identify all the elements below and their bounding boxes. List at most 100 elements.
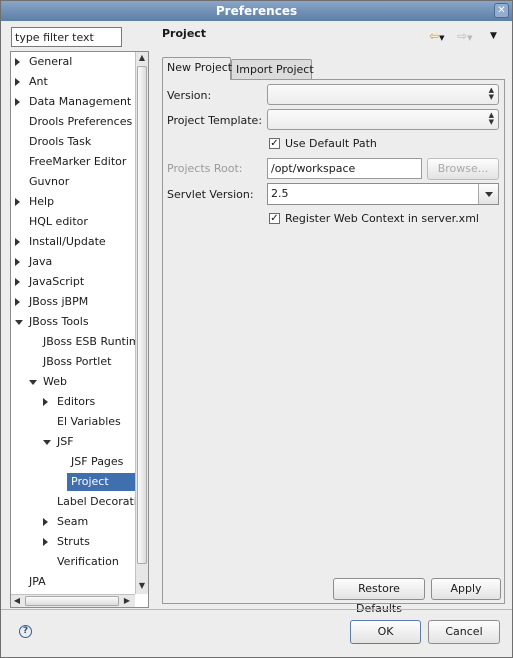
tree-item[interactable]: Verification xyxy=(57,553,119,571)
forward-arrow-icon[interactable]: ⇨▼ xyxy=(457,29,472,45)
expand-right-icon[interactable] xyxy=(43,398,48,406)
tree-item[interactable]: Editors xyxy=(43,393,95,411)
tree-item-label: Install/Update xyxy=(29,235,106,248)
help-icon[interactable]: ? xyxy=(19,625,32,638)
tree-item[interactable]: JPA xyxy=(29,573,46,591)
close-window-button[interactable]: ✕ xyxy=(494,3,509,18)
expand-right-icon[interactable] xyxy=(15,78,20,86)
tree-item[interactable]: Guvnor xyxy=(29,173,69,191)
tree-item[interactable]: JBoss jBPM xyxy=(15,293,89,311)
ok-button[interactable]: OK xyxy=(350,620,421,644)
panel-sash[interactable] xyxy=(151,25,156,611)
view-menu-icon[interactable]: ▼ xyxy=(490,29,497,43)
tree-item[interactable]: Data Management xyxy=(15,93,132,111)
preferences-window: Preferences ✕ General Ant Data Management D… xyxy=(0,0,513,658)
tree-item[interactable]: JSF xyxy=(43,433,74,451)
tree-item[interactable]: Drools Preferences xyxy=(29,113,132,131)
scroll-down-icon[interactable]: ▼ xyxy=(136,580,148,592)
back-arrow-icon[interactable]: ⇦▼ xyxy=(429,29,444,45)
projects-root-input[interactable]: /opt/workspace xyxy=(267,158,422,179)
projects-root-label: Projects Root: xyxy=(167,162,243,175)
tree-item-label: Project xyxy=(71,475,109,488)
tree-item[interactable]: JBoss Tools xyxy=(15,313,89,331)
expand-right-icon[interactable] xyxy=(15,258,20,266)
tree-item[interactable]: Seam xyxy=(43,513,89,531)
version-combo[interactable]: ▲ ▼ xyxy=(267,84,499,105)
tree-item-label: JBoss jBPM xyxy=(29,295,89,308)
tree-item-label: FreeMarker Editor xyxy=(29,155,127,168)
tree-item-label: Ant xyxy=(29,75,48,88)
restore-defaults-button[interactable]: Restore Defaults xyxy=(333,578,425,615)
scroll-left-icon[interactable]: ◀ xyxy=(11,595,23,607)
expand-right-icon[interactable] xyxy=(15,278,20,286)
tree-item[interactable]: Project xyxy=(67,473,135,491)
tree-item-label: Web xyxy=(43,375,67,388)
tree-item[interactable]: JavaScript xyxy=(15,273,85,291)
window-title: Preferences xyxy=(215,4,298,18)
expand-right-icon[interactable] xyxy=(15,98,20,106)
expand-down-icon[interactable] xyxy=(29,380,37,385)
tree-item-label: JavaScript xyxy=(29,275,85,288)
register-web-context-label: Register Web Context in server.xml xyxy=(285,212,479,225)
expand-right-icon[interactable] xyxy=(15,58,20,66)
tree-item[interactable]: General xyxy=(15,53,73,71)
servlet-version-value: 2.5 xyxy=(271,187,289,200)
horizontal-scroll-thumb[interactable] xyxy=(25,596,119,606)
cancel-button[interactable]: Cancel xyxy=(428,620,500,644)
vertical-scroll-thumb[interactable] xyxy=(137,66,147,564)
expand-right-icon[interactable] xyxy=(15,298,20,306)
preference-tree: General Ant Data Management Drools Preferen… xyxy=(10,51,149,608)
tree-item[interactable]: Ant xyxy=(15,73,48,91)
use-default-path-checkbox[interactable]: ✓ xyxy=(269,138,280,149)
register-web-context-checkbox[interactable]: ✓ xyxy=(269,213,280,224)
tree-item-label: JBoss ESB Runtim xyxy=(43,335,140,348)
tree-item[interactable]: Java xyxy=(15,253,53,271)
tab-import-project[interactable]: Import Project xyxy=(231,59,314,79)
expand-right-icon[interactable] xyxy=(15,238,20,246)
expand-right-icon[interactable] xyxy=(15,198,20,206)
tree-item-label: Struts xyxy=(57,535,90,548)
tree-item-label: Seam xyxy=(57,515,89,528)
tree-item[interactable]: Install/Update xyxy=(15,233,106,251)
project-template-combo[interactable]: ▲ ▼ xyxy=(267,109,499,130)
tree-item[interactable]: Drools Task xyxy=(29,133,91,151)
footer-separator xyxy=(1,609,512,610)
tree-item[interactable]: El Variables xyxy=(57,413,121,431)
browse-button[interactable]: Browse... xyxy=(427,158,499,180)
tree-item-label: General xyxy=(29,55,73,68)
tree-item[interactable]: JSF Pages xyxy=(71,453,123,471)
tree-item[interactable]: Label Decoratio xyxy=(57,493,144,511)
tree-item[interactable]: FreeMarker Editor xyxy=(29,153,126,171)
servlet-version-combo[interactable]: 2.5 xyxy=(267,183,499,205)
tree-item[interactable]: Help xyxy=(15,193,55,211)
expand-down-icon[interactable] xyxy=(43,440,51,445)
tree-item[interactable]: JBoss Portlet xyxy=(43,353,111,371)
scroll-up-icon[interactable]: ▲ xyxy=(136,52,148,64)
tree-item[interactable]: JBoss ESB Runtim xyxy=(43,333,140,351)
combo-spin-icon: ▲ ▼ xyxy=(488,86,494,101)
scroll-right-icon[interactable]: ▶ xyxy=(121,595,133,607)
apply-button[interactable]: Apply xyxy=(431,578,501,600)
combo-spin-icon: ▲ ▼ xyxy=(488,111,494,126)
vertical-scrollbar[interactable]: ▲ ▼ xyxy=(135,52,148,594)
expand-down-icon[interactable] xyxy=(15,320,23,325)
tree-item-label: Java xyxy=(29,255,53,268)
dropdown-button[interactable] xyxy=(478,184,498,204)
tree-item-label: Verification xyxy=(57,555,119,568)
tree-item-label: Drools Task xyxy=(29,135,92,148)
horizontal-scrollbar[interactable]: ◀ ▶ xyxy=(11,594,135,607)
tree-item-label: Help xyxy=(29,195,55,208)
tree-item-label: JBoss Portlet xyxy=(43,355,112,368)
expand-right-icon[interactable] xyxy=(43,518,48,526)
tree-item[interactable]: Struts xyxy=(43,533,90,551)
expand-right-icon[interactable] xyxy=(43,538,48,546)
filter-input[interactable] xyxy=(11,27,122,47)
tree-item-label: Drools Preferences xyxy=(29,115,133,128)
tab-new-project[interactable]: New Project xyxy=(162,57,232,80)
tree-item[interactable]: Web xyxy=(29,373,67,391)
project-template-label: Project Template: xyxy=(167,114,263,127)
tree-item-label: El Variables xyxy=(57,415,121,428)
title-bar[interactable]: Preferences ✕ xyxy=(1,1,512,21)
tree-item[interactable]: HQL editor xyxy=(29,213,88,231)
tree-item-label: Data Management xyxy=(29,95,132,108)
